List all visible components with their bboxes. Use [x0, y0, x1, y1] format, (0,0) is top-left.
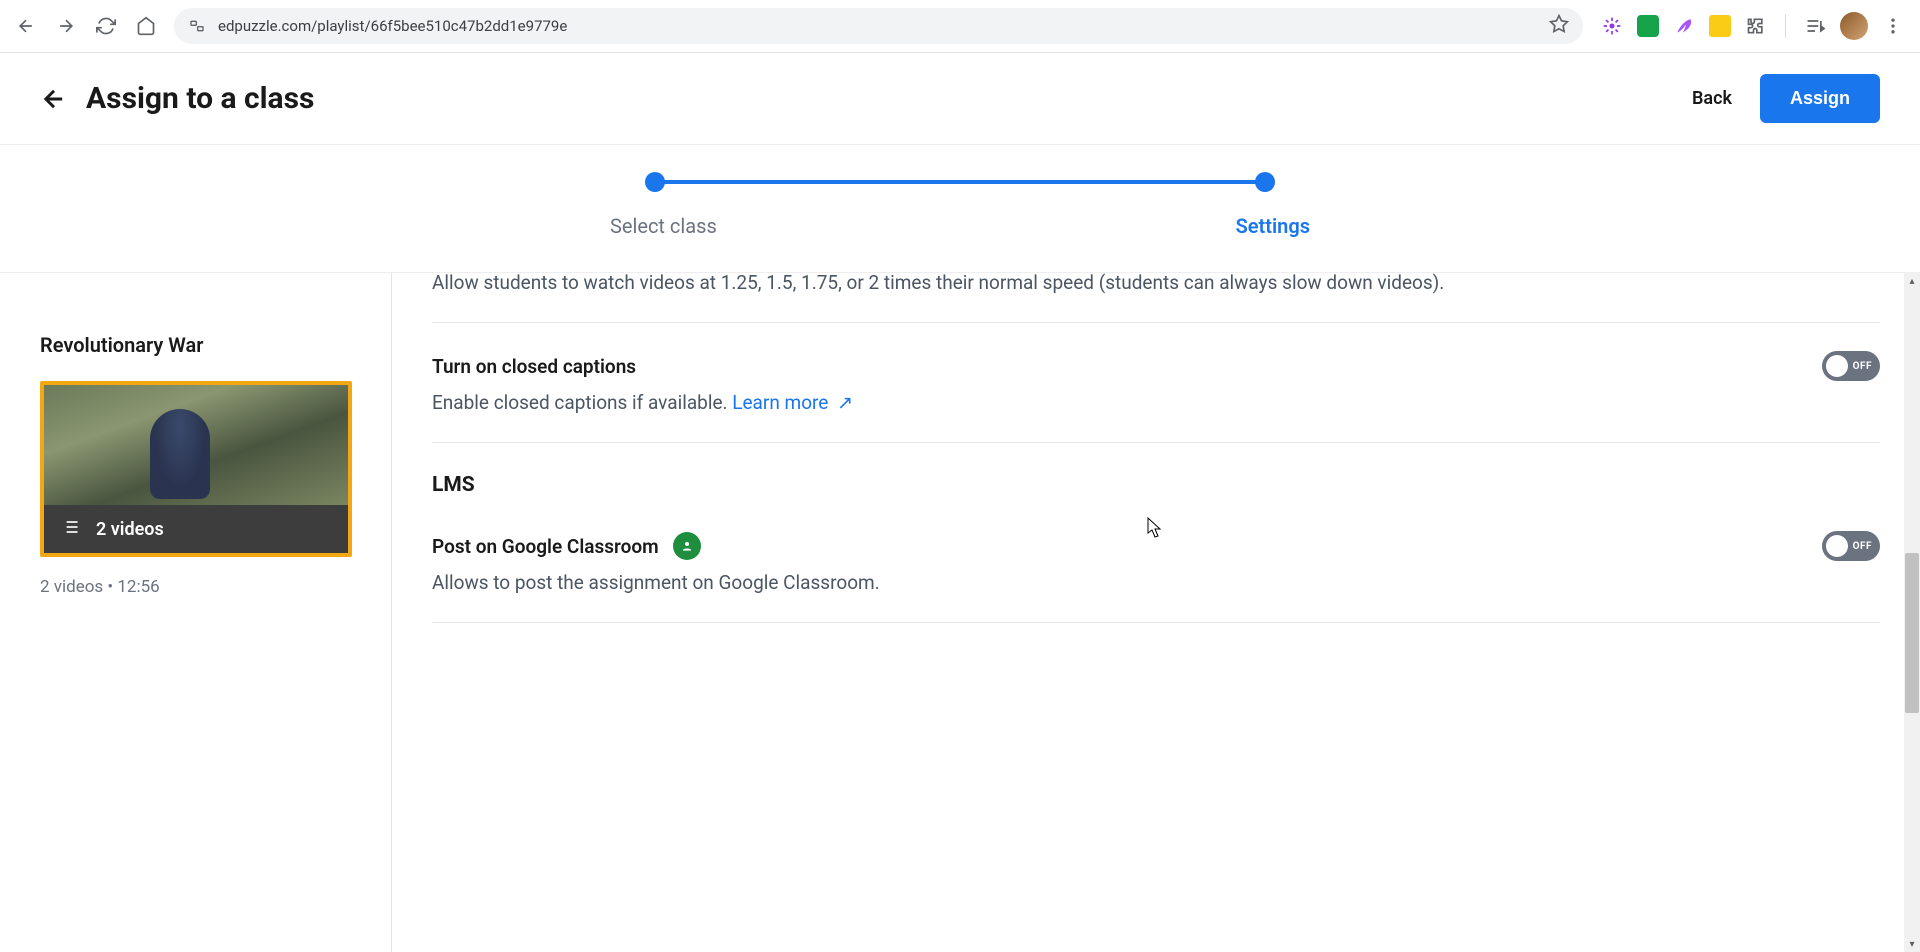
playlist-thumbnail[interactable]: 2 videos	[40, 381, 352, 557]
scroll-up-arrow[interactable]: ▴	[1904, 273, 1920, 289]
site-info-icon[interactable]	[188, 17, 206, 35]
thumbnail-image	[44, 385, 348, 505]
scrollbar[interactable]: ▴ ▾	[1904, 273, 1920, 952]
lms-section-heading: LMS	[432, 473, 1880, 497]
browser-back-button[interactable]	[8, 8, 44, 44]
google-classroom-icon	[673, 532, 701, 560]
browser-home-button[interactable]	[128, 8, 164, 44]
cc-description: Enable closed captions if available. Lea…	[432, 391, 1880, 414]
extension-icon-4[interactable]	[1709, 15, 1731, 37]
step-settings[interactable]: Settings	[1236, 214, 1310, 238]
toggle-knob	[1826, 535, 1848, 557]
page-header: Assign to a class Back Assign	[0, 53, 1920, 145]
content-area: Revolutionary War 2 videos 2 videos • 12…	[0, 273, 1920, 952]
address-bar[interactable]: edpuzzle.com/playlist/66f5bee510c47b2dd1…	[174, 8, 1583, 44]
extension-icon-3[interactable]	[1673, 15, 1695, 37]
progress-stepper: Select class Settings	[0, 145, 1920, 273]
browser-toolbar: edpuzzle.com/playlist/66f5bee510c47b2dd1…	[0, 0, 1920, 53]
progress-step-2-dot[interactable]	[1255, 172, 1275, 192]
playlist-title: Revolutionary War	[40, 333, 351, 357]
progress-bar	[655, 180, 1265, 184]
video-count: 2 videos	[96, 519, 164, 540]
step-select-class[interactable]: Select class	[610, 214, 717, 238]
toggle-off-label: OFF	[1853, 541, 1872, 552]
thumbnail-info-bar: 2 videos	[44, 505, 348, 553]
external-link-icon: ↗	[832, 391, 853, 414]
browser-reload-button[interactable]	[88, 8, 124, 44]
toggle-knob	[1826, 355, 1848, 377]
profile-avatar[interactable]	[1840, 12, 1868, 40]
assign-button[interactable]: Assign	[1760, 74, 1880, 123]
gc-description: Allows to post the assignment on Google …	[432, 571, 1880, 594]
google-classroom-setting: Post on Google Classroom OFF Allows to p…	[432, 503, 1880, 623]
gc-toggle[interactable]: OFF	[1822, 531, 1880, 561]
bookmark-star-icon[interactable]	[1549, 14, 1569, 38]
browser-menu-icon[interactable]	[1882, 15, 1904, 37]
cc-title: Turn on closed captions	[432, 355, 636, 378]
settings-panel: Allow students to watch videos at 1.25, …	[392, 273, 1920, 952]
extension-icon-2[interactable]	[1637, 15, 1659, 37]
progress-step-1-dot[interactable]	[645, 172, 665, 192]
page-title: Assign to a class	[86, 81, 1692, 116]
back-button[interactable]: Back	[1692, 88, 1732, 109]
playlist-icon	[60, 517, 80, 541]
closed-captions-setting: Turn on closed captions OFF Enable close…	[432, 323, 1880, 443]
header-back-arrow[interactable]	[40, 85, 68, 113]
cc-learn-more-link[interactable]: Learn more	[732, 391, 828, 414]
url-text: edpuzzle.com/playlist/66f5bee510c47b2dd1…	[218, 17, 1537, 35]
playlist-meta: 2 videos • 12:56	[40, 577, 351, 597]
toggle-off-label: OFF	[1853, 361, 1872, 372]
browser-forward-button[interactable]	[48, 8, 84, 44]
sidebar: Revolutionary War 2 videos 2 videos • 12…	[0, 273, 392, 952]
speed-setting-description: Allow students to watch videos at 1.25, …	[432, 273, 1880, 323]
gc-title: Post on Google Classroom	[432, 535, 659, 558]
extension-icon-1[interactable]	[1601, 15, 1623, 37]
scroll-thumb[interactable]	[1905, 553, 1919, 713]
scroll-down-arrow[interactable]: ▾	[1904, 936, 1920, 952]
toolbar-divider	[1785, 14, 1786, 38]
media-control-icon[interactable]	[1804, 15, 1826, 37]
cc-toggle[interactable]: OFF	[1822, 351, 1880, 381]
extensions-menu-icon[interactable]	[1745, 15, 1767, 37]
extensions-area	[1593, 12, 1912, 40]
